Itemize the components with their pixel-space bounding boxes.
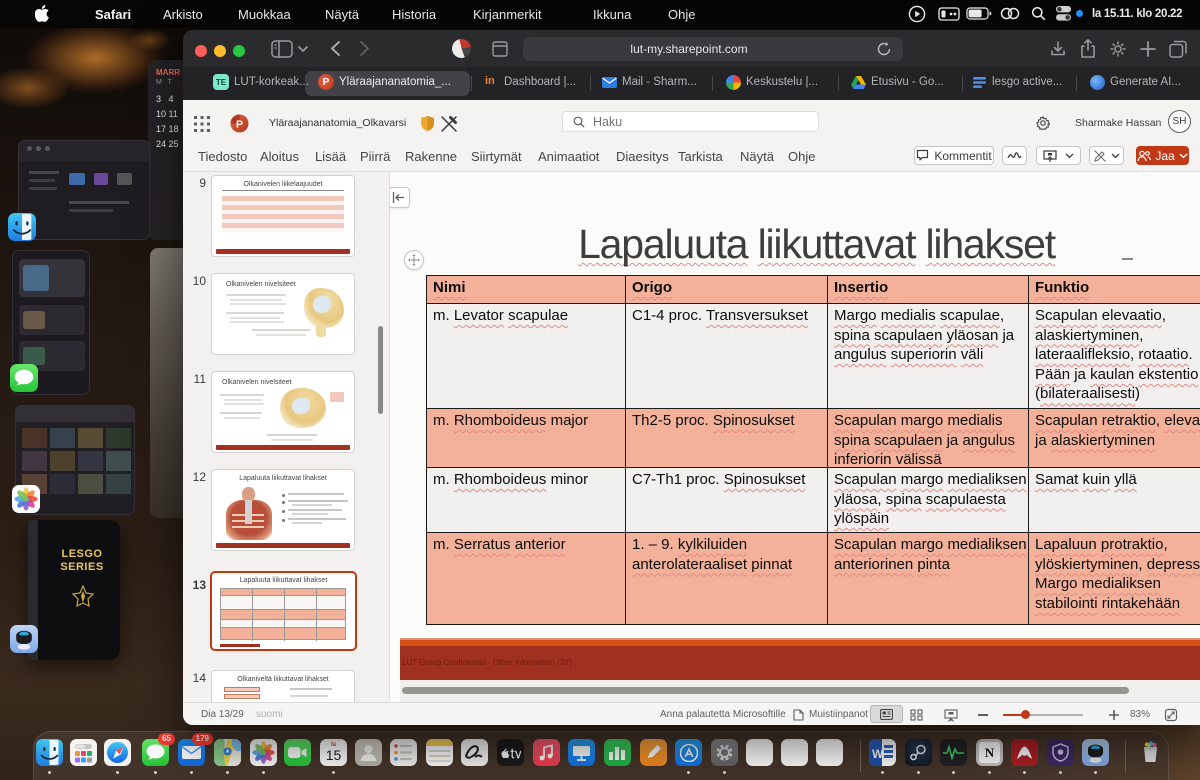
svg-text:P: P bbox=[236, 119, 243, 131]
